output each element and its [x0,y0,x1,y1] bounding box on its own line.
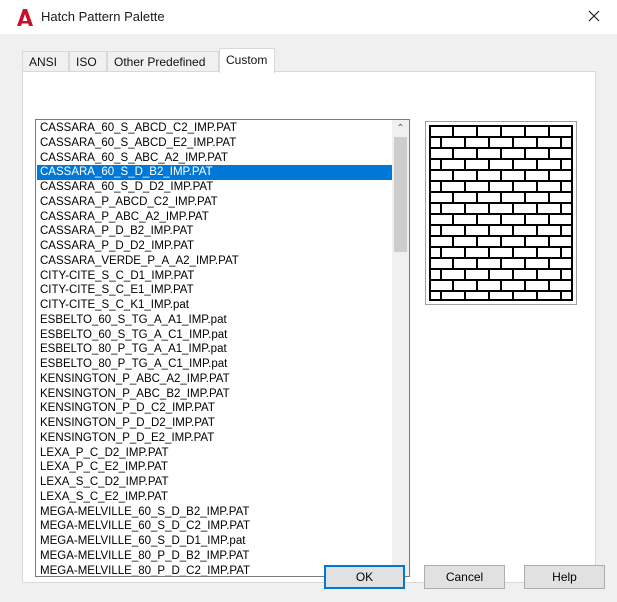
pattern-list-item[interactable]: CASSARA_P_D_D2_IMP.PAT [37,239,392,254]
pattern-list-item[interactable]: CASSARA_60_S_D_D2_IMP.PAT [37,180,392,195]
title-bar: Hatch Pattern Palette [0,0,617,34]
pattern-list-item[interactable]: KENSINGTON_P_D_E2_IMP.PAT [37,431,392,446]
pattern-list-item[interactable]: LEXA_P_C_E2_IMP.PAT [37,460,392,475]
pattern-list-item[interactable]: CASSARA_60_S_ABCD_C2_IMP.PAT [37,121,392,136]
pattern-list-item[interactable]: ESBELTO_60_S_TG_A_C1_IMP.pat [37,328,392,343]
pattern-list-item[interactable]: MEGA-MELVILLE_60_S_D_C2_IMP.PAT [37,519,392,534]
pattern-list-item[interactable]: CASSARA_P_ABC_A2_IMP.PAT [37,210,392,225]
pattern-list-item[interactable]: LEXA_S_C_E2_IMP.PAT [37,490,392,505]
pattern-list-item[interactable]: CASSARA_60_S_D_B2_IMP.PAT [37,165,392,180]
scrollbar-thumb[interactable] [394,137,407,252]
cancel-button[interactable]: Cancel [424,565,505,589]
pattern-list-item[interactable]: ESBELTO_80_P_TG_A_C1_IMP.pat [37,357,392,372]
pattern-list-item[interactable]: MEGA-MELVILLE_60_S_D_B2_IMP.PAT [37,505,392,520]
dialog-body: ANSI ISO Other Predefined Custom CASSARA… [0,34,617,602]
tab-ansi[interactable]: ANSI [22,51,69,72]
tab-other-predefined[interactable]: Other Predefined [107,51,219,72]
pattern-list-item[interactable]: MEGA-MELVILLE_60_S_D_D1_IMP.pat [37,534,392,549]
pattern-list-item[interactable]: ESBELTO_60_S_TG_A_A1_IMP.pat [37,313,392,328]
pattern-list-item[interactable]: CASSARA_60_S_ABC_A2_IMP.PAT [37,151,392,166]
pattern-list-item[interactable]: LEXA_S_C_D2_IMP.PAT [37,475,392,490]
pattern-list-item[interactable]: KENSINGTON_P_ABC_B2_IMP.PAT [37,387,392,402]
brick-pattern-swatch [429,125,573,301]
tab-panel-custom: CASSARA_60_S_ABCD_C2_IMP.PAT CASSARA_60_S… [22,71,596,583]
pattern-list-item[interactable]: CASSARA_P_ABCD_C2_IMP.PAT [37,195,392,210]
autocad-a-icon [17,9,33,26]
tab-custom[interactable]: Custom [219,48,275,73]
pattern-list-item[interactable]: KENSINGTON_P_D_D2_IMP.PAT [37,416,392,431]
pattern-list-item[interactable]: MEGA-MELVILLE_80_P_D_B2_IMP.PAT [37,549,392,564]
pattern-preview [425,121,577,305]
pattern-list-item[interactable]: ESBELTO_80_P_TG_A_A1_IMP.pat [37,342,392,357]
pattern-list-item[interactable]: LEXA_P_C_D2_IMP.PAT [37,446,392,461]
pattern-listbox[interactable]: CASSARA_60_S_ABCD_C2_IMP.PAT CASSARA_60_S… [35,119,410,577]
pattern-list-item[interactable]: KENSINGTON_P_D_C2_IMP.PAT [37,401,392,416]
help-button[interactable]: Help [524,565,605,589]
pattern-list-item[interactable]: CASSARA_60_S_ABCD_E2_IMP.PAT [37,136,392,151]
pattern-list-item[interactable]: CITY-CITE_S_C_D1_IMP.PAT [37,269,392,284]
pattern-list: CASSARA_60_S_ABCD_C2_IMP.PAT CASSARA_60_S… [37,121,392,576]
tab-iso[interactable]: ISO [69,51,107,72]
close-icon[interactable] [585,7,603,25]
pattern-list-item[interactable]: CASSARA_P_D_B2_IMP.PAT [37,224,392,239]
pattern-list-item[interactable]: CITY-CITE_S_C_E1_IMP.PAT [37,283,392,298]
vertical-scrollbar[interactable]: ⌃ ⌄ [392,120,409,576]
window-title: Hatch Pattern Palette [41,9,165,24]
scroll-up-icon[interactable]: ⌃ [392,120,409,137]
pattern-list-item[interactable]: CITY-CITE_S_C_K1_IMP.pat [37,298,392,313]
ok-button[interactable]: OK [324,565,405,589]
pattern-list-item[interactable]: KENSINGTON_P_ABC_A2_IMP.PAT [37,372,392,387]
pattern-list-item[interactable]: CASSARA_VERDE_P_A_A2_IMP.PAT [37,254,392,269]
